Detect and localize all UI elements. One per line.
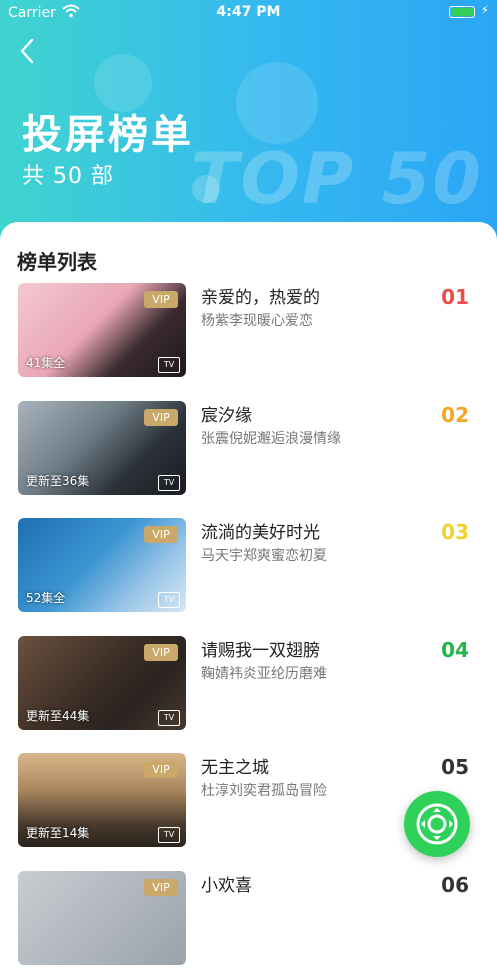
- poster-thumbnail[interactable]: VIP 更新至14集 TV: [18, 753, 186, 847]
- page-title: 投屏榜单: [22, 112, 194, 158]
- poster-thumbnail[interactable]: VIP 41集全 TV: [18, 283, 186, 377]
- back-button[interactable]: [14, 36, 42, 66]
- item-description: 张震倪妮邂逅浪漫情缘: [201, 431, 341, 447]
- vip-badge: VIP: [144, 761, 178, 778]
- item-description: 鞠婧祎炎亚纶历磨难: [201, 666, 327, 682]
- episode-count: 41集全: [26, 356, 66, 370]
- rank-number: 03: [441, 520, 469, 544]
- list-item[interactable]: VIP 更新至36集 TV 宸汐缘 张震倪妮邂逅浪漫情缘 02: [0, 401, 497, 501]
- rank-number: 06: [441, 873, 469, 897]
- vip-badge: VIP: [144, 879, 178, 896]
- item-title: 小欢喜: [201, 876, 252, 896]
- cast-tv-icon: TV: [158, 592, 180, 608]
- vip-badge: VIP: [144, 291, 178, 308]
- item-title: 请赐我一双翅膀: [201, 641, 320, 661]
- item-description: 杜淳刘奕君孤岛冒险: [201, 783, 327, 799]
- battery-icon: [449, 6, 475, 18]
- rank-number: 04: [441, 638, 469, 662]
- list-item[interactable]: VIP 小欢喜 06: [0, 871, 497, 971]
- cast-tv-icon: TV: [158, 710, 180, 726]
- remote-dpad-icon: [416, 803, 458, 845]
- remote-control-button[interactable]: [404, 791, 470, 857]
- rank-number: 02: [441, 403, 469, 427]
- section-title: 榜单列表: [17, 250, 97, 274]
- list-item[interactable]: VIP 更新至44集 TV 请赐我一双翅膀 鞠婧祎炎亚纶历磨难 04: [0, 636, 497, 736]
- item-title: 宸汐缘: [201, 406, 252, 426]
- episode-count: 更新至14集: [26, 826, 90, 840]
- poster-thumbnail[interactable]: VIP 52集全 TV: [18, 518, 186, 612]
- clock: 4:47 PM: [216, 4, 281, 20]
- item-title: 流淌的美好时光: [201, 523, 320, 543]
- list-item[interactable]: VIP 52集全 TV 流淌的美好时光 马天宇郑爽蜜恋初夏 03: [0, 518, 497, 618]
- cast-tv-icon: TV: [158, 827, 180, 843]
- item-title: 无主之城: [201, 758, 269, 778]
- episode-count: 更新至44集: [26, 709, 90, 723]
- vip-badge: VIP: [144, 644, 178, 661]
- back-arrow-icon: [20, 38, 34, 64]
- item-description: 杨紫李现暖心爱恋: [201, 313, 313, 329]
- rank-number: 01: [441, 285, 469, 309]
- poster-thumbnail[interactable]: VIP: [18, 871, 186, 965]
- item-title: 亲爱的，热爱的: [201, 288, 320, 308]
- decor-bubble: [236, 62, 318, 144]
- episode-count: 52集全: [26, 591, 66, 605]
- vip-badge: VIP: [144, 526, 178, 543]
- page-subtitle: 共 50 部: [22, 164, 114, 189]
- status-bar: Carrier 4:47 PM ⚡: [0, 0, 497, 26]
- cast-tv-icon: TV: [158, 357, 180, 373]
- list-item[interactable]: VIP 41集全 TV 亲爱的，热爱的 杨紫李现暖心爱恋 01: [0, 283, 497, 383]
- cast-tv-icon: TV: [158, 475, 180, 491]
- item-description: 马天宇郑爽蜜恋初夏: [201, 548, 327, 564]
- vip-badge: VIP: [144, 409, 178, 426]
- poster-thumbnail[interactable]: VIP 更新至36集 TV: [18, 401, 186, 495]
- episode-count: 更新至36集: [26, 474, 90, 488]
- charging-icon: ⚡: [480, 3, 489, 17]
- poster-thumbnail[interactable]: VIP 更新至44集 TV: [18, 636, 186, 730]
- top50-watermark: TOP 50: [190, 138, 483, 220]
- rank-number: 05: [441, 755, 469, 779]
